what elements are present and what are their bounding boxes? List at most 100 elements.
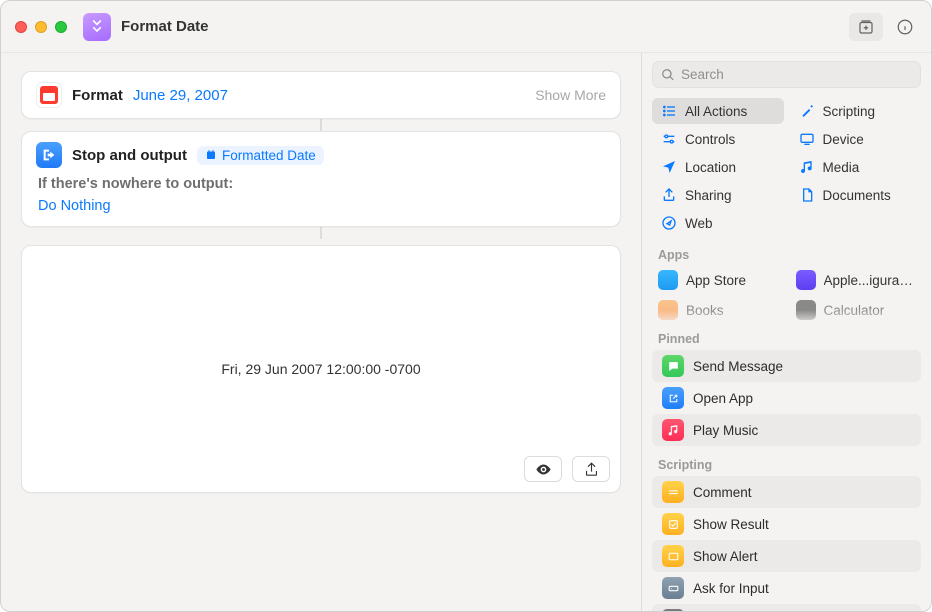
category-device[interactable]: Device — [790, 126, 922, 152]
variable-token-formatted-date[interactable]: Formatted Date — [197, 146, 324, 165]
pinned-list: Send Message Open App Play Music — [642, 348, 931, 452]
library-toggle-button[interactable] — [849, 13, 883, 41]
category-all-actions[interactable]: All Actions — [652, 98, 784, 124]
category-label: Documents — [823, 188, 891, 203]
output-preview: Fri, 29 Jun 2007 12:00:00 -0700 — [21, 245, 621, 493]
action-comment[interactable]: Comment — [652, 476, 921, 508]
section-header-scripting: Scripting — [642, 452, 931, 474]
library-panel: All Actions Scripting Controls Device — [641, 53, 931, 611]
action-label: Stop and output — [72, 147, 187, 164]
list-item-label: Ask for Input — [693, 581, 769, 596]
category-label: Location — [685, 160, 736, 175]
zoom-window[interactable] — [55, 21, 67, 33]
action-show-result[interactable]: Show Result — [652, 508, 921, 540]
category-label: Media — [823, 160, 860, 175]
list-item-label: Comment — [693, 485, 752, 500]
category-web[interactable]: Web — [652, 210, 784, 236]
device-icon — [798, 130, 816, 148]
list-icon — [660, 102, 678, 120]
list-item-label: Show Result — [693, 517, 769, 532]
list-item-label: Open App — [693, 391, 753, 406]
alert-icon — [662, 545, 684, 567]
sigma-icon — [662, 609, 684, 611]
app-window: Format Date Format June 29, 2007 Show Mo… — [0, 0, 932, 612]
app-label: App Store — [686, 273, 746, 288]
action-stop-output[interactable]: Stop and output Formatted Date If there'… — [21, 131, 621, 227]
share-output-button[interactable] — [572, 456, 610, 482]
app-store-icon — [658, 270, 678, 290]
category-label: Device — [823, 132, 864, 147]
scripting-list: Comment Show Result Show Alert Ask for I… — [642, 474, 931, 611]
music-note-icon — [798, 158, 816, 176]
document-icon — [798, 186, 816, 204]
category-location[interactable]: Location — [652, 154, 784, 180]
share-icon — [660, 186, 678, 204]
message-icon — [662, 355, 684, 377]
input-icon — [662, 577, 684, 599]
nowhere-label: If there's nowhere to output: — [38, 176, 606, 192]
action-open-app[interactable]: Open App — [652, 382, 921, 414]
search-field[interactable] — [652, 61, 921, 88]
wand-icon — [798, 102, 816, 120]
app-app-store[interactable]: App Store — [652, 266, 784, 294]
calendar-icon — [36, 82, 62, 108]
location-icon — [660, 158, 678, 176]
app-configurator[interactable]: Apple...igurator — [790, 266, 922, 294]
category-sharing[interactable]: Sharing — [652, 182, 784, 208]
exit-icon — [36, 142, 62, 168]
close-window[interactable] — [15, 21, 27, 33]
calculator-icon — [796, 300, 816, 320]
traffic-lights — [15, 21, 67, 33]
minimize-window[interactable] — [35, 21, 47, 33]
action-send-message[interactable]: Send Message — [652, 350, 921, 382]
action-count[interactable]: Count — [652, 604, 921, 611]
section-header-apps: Apps — [642, 242, 931, 264]
token-label: Formatted Date — [222, 148, 316, 163]
category-media[interactable]: Media — [790, 154, 922, 180]
action-format-date[interactable]: Format June 29, 2007 Show More — [21, 71, 621, 119]
show-more-button[interactable]: Show More — [535, 87, 606, 103]
app-label: Calculator — [824, 303, 885, 318]
sliders-icon — [660, 130, 678, 148]
output-text: Fri, 29 Jun 2007 12:00:00 -0700 — [221, 361, 420, 377]
info-button[interactable] — [891, 13, 919, 41]
app-label: Books — [686, 303, 724, 318]
action-ask-for-input[interactable]: Ask for Input — [652, 572, 921, 604]
list-item-label: Play Music — [693, 423, 758, 438]
category-label: Controls — [685, 132, 735, 147]
action-label: Format — [72, 87, 123, 104]
action-play-music[interactable]: Play Music — [652, 414, 921, 446]
category-controls[interactable]: Controls — [652, 126, 784, 152]
connector-line — [21, 119, 621, 131]
list-item-label: Show Alert — [693, 549, 758, 564]
connector-line — [21, 227, 621, 239]
list-item-label: Send Message — [693, 359, 783, 374]
action-show-alert[interactable]: Show Alert — [652, 540, 921, 572]
output-fallback-option[interactable]: Do Nothing — [38, 198, 606, 214]
category-grid: All Actions Scripting Controls Device — [642, 96, 931, 242]
compass-icon — [660, 214, 678, 232]
result-icon — [662, 513, 684, 535]
category-label: Scripting — [823, 104, 876, 119]
category-label: Web — [685, 216, 713, 231]
section-header-pinned: Pinned — [642, 326, 931, 348]
music-icon — [662, 419, 684, 441]
search-icon — [661, 68, 675, 82]
app-label: Apple...igurator — [824, 273, 916, 288]
quicklook-button[interactable] — [524, 456, 562, 482]
open-icon — [662, 387, 684, 409]
category-documents[interactable]: Documents — [790, 182, 922, 208]
configurator-icon — [796, 270, 816, 290]
shortcuts-app-icon — [83, 13, 111, 41]
search-input[interactable] — [681, 67, 912, 82]
apps-grid: App Store Apple...igurator Books Calcula… — [642, 264, 931, 326]
category-label: Sharing — [685, 188, 732, 203]
comment-icon — [662, 481, 684, 503]
workflow-canvas: Format June 29, 2007 Show More Stop and … — [1, 53, 641, 611]
books-icon — [658, 300, 678, 320]
app-calculator[interactable]: Calculator — [790, 296, 922, 324]
format-date-value[interactable]: June 29, 2007 — [133, 87, 228, 104]
category-label: All Actions — [685, 104, 747, 119]
category-scripting[interactable]: Scripting — [790, 98, 922, 124]
app-books[interactable]: Books — [652, 296, 784, 324]
